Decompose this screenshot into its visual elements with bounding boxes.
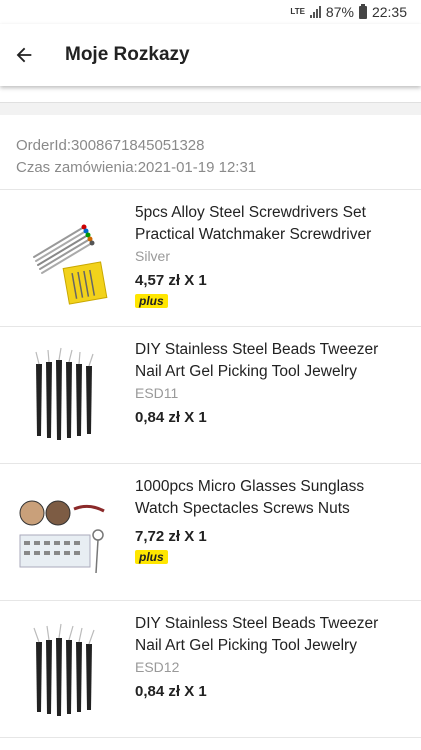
product-image (14, 615, 110, 721)
product-variant: Silver (135, 248, 171, 264)
product-price: 4,57 zł X 1 (135, 272, 207, 289)
network-type: LTE (290, 7, 305, 16)
page-title: Moje Rozkazy (65, 44, 190, 65)
app-bar: Moje Rozkazy (0, 24, 421, 86)
clock: 22:35 (371, 4, 407, 20)
order-info: OrderId:3008671845051328 Czas zamówienia… (0, 115, 421, 190)
product-image (14, 478, 110, 584)
back-arrow-icon (16, 47, 32, 63)
plus-badge: plus (135, 294, 168, 308)
product-price: 7,72 zł X 1 (135, 528, 207, 545)
signal-icon (309, 6, 321, 18)
product-variant: ESD11 (135, 385, 179, 401)
battery-percent: 87% (325, 4, 354, 20)
product-name: DIY Stainless Steel Beads Tweezer Nail A… (135, 615, 379, 654)
product-price: 0,84 zł X 1 (135, 683, 207, 700)
product-name: DIY Stainless Steel Beads Tweezer Nail A… (135, 341, 379, 380)
battery-icon (358, 3, 367, 19)
product-image (14, 341, 110, 447)
status-bar: LTE 87% 22:35 (0, 0, 421, 24)
order-item[interactable]: DIY Stainless Steel Beads Tweezer Nail A… (0, 327, 421, 464)
product-name: 1000pcs Micro Glasses Sunglass Watch Spe… (135, 478, 365, 517)
order-id: OrderId:3008671845051328 (16, 137, 205, 154)
back-button[interactable] (0, 31, 48, 79)
top-divider (0, 86, 421, 103)
product-price: 0,84 zł X 1 (135, 409, 207, 426)
order-card: OrderId:3008671845051328 Czas zamówienia… (0, 115, 421, 750)
product-variant: ESD12 (135, 659, 180, 675)
order-item[interactable]: DIY Stainless Steel Beads Tweezer Nail A… (0, 601, 421, 738)
order-item[interactable]: 5pcs Alloy Steel Screwdrivers Set Practi… (0, 190, 421, 327)
product-name: 5pcs Alloy Steel Screwdrivers Set Practi… (135, 204, 372, 243)
order-item[interactable]: 1000pcs Micro Glasses Sunglass Watch Spe… (0, 464, 421, 601)
product-image (14, 204, 110, 310)
order-date: Czas zamówienia:2021-01-19 12:31 (16, 159, 257, 176)
plus-badge: plus (135, 550, 168, 564)
